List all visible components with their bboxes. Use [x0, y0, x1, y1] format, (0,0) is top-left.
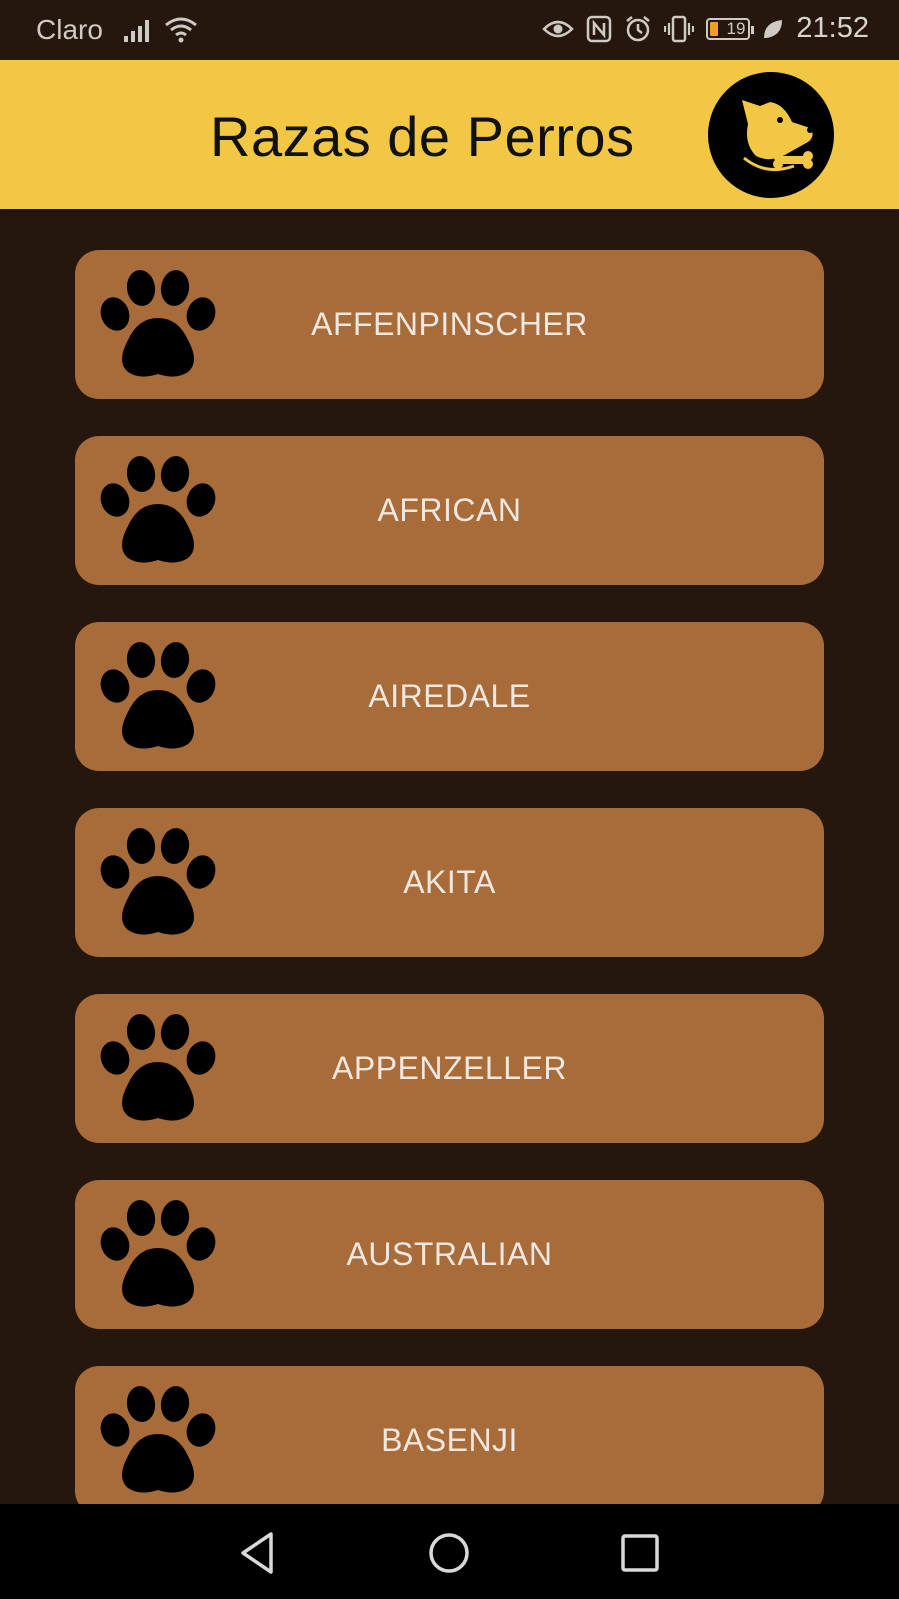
breed-name: AUSTRALIAN	[346, 1236, 553, 1272]
home-icon[interactable]	[426, 1530, 472, 1576]
breed-list-item[interactable]: AUSTRALIAN	[75, 1180, 824, 1329]
carrier-label: Claro	[36, 14, 103, 45]
breed-name: AFFENPINSCHER	[311, 306, 588, 342]
breed-list-item[interactable]: AFFENPINSCHER	[75, 250, 824, 399]
app-bar: Razas de Perros	[0, 60, 899, 209]
dog-logo-icon	[708, 72, 834, 198]
breed-list-item[interactable]: AIREDALE	[75, 622, 824, 771]
recents-icon[interactable]	[617, 1530, 663, 1576]
breed-name: AFRICAN	[377, 492, 522, 528]
status-left-icons	[124, 16, 198, 44]
status-time: 21:52	[796, 12, 869, 44]
status-right-icons: 19 21:52	[542, 12, 869, 45]
breed-name: BASENJI	[381, 1422, 518, 1458]
leaf-icon	[764, 19, 783, 38]
breed-list-item[interactable]: AKITA	[75, 808, 824, 957]
breed-list-item[interactable]: BASENJI	[75, 1366, 824, 1515]
vibrate-icon	[664, 15, 695, 42]
breed-list-item[interactable]: AFRICAN	[75, 436, 824, 585]
breed-name: AIREDALE	[368, 678, 531, 714]
back-icon[interactable]	[235, 1530, 281, 1576]
page-title: Razas de Perros	[210, 105, 635, 168]
breed-list-item[interactable]: APPENZELLER	[75, 994, 824, 1143]
battery-level: 19	[726, 18, 746, 38]
wifi-icon	[165, 17, 197, 43]
breed-name: AKITA	[403, 864, 496, 900]
eye-icon	[542, 20, 575, 37]
battery-icon: 19	[706, 17, 755, 40]
breed-name: APPENZELLER	[332, 1050, 567, 1086]
signal-icon	[124, 20, 149, 42]
navigation-bar	[0, 1504, 899, 1599]
alarm-icon	[626, 15, 651, 41]
status-bar: Claro 19 21:52	[0, 0, 899, 62]
nfc-icon	[587, 15, 612, 42]
